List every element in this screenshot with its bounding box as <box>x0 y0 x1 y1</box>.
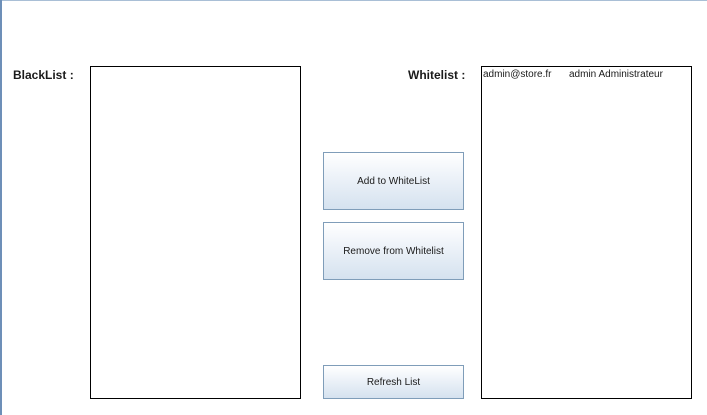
whitelist-row-name: admin Administrateur <box>569 68 663 80</box>
whitelist-label: Whitelist : <box>408 68 466 82</box>
window-left-border <box>0 0 2 415</box>
blacklist-listbox[interactable] <box>90 66 301 399</box>
whitelist-row[interactable]: admin@store.fr admin Administrateur <box>482 67 691 81</box>
whitelist-listbox[interactable]: admin@store.fr admin Administrateur <box>481 66 692 399</box>
blacklist-label: BlackList : <box>13 68 74 82</box>
window-top-border <box>0 0 707 1</box>
refresh-list-button[interactable]: Refresh List <box>323 365 464 399</box>
add-to-whitelist-button[interactable]: Add to WhiteList <box>323 152 464 210</box>
remove-from-whitelist-button[interactable]: Remove from Whitelist <box>323 222 464 280</box>
whitelist-row-email: admin@store.fr <box>483 68 552 80</box>
